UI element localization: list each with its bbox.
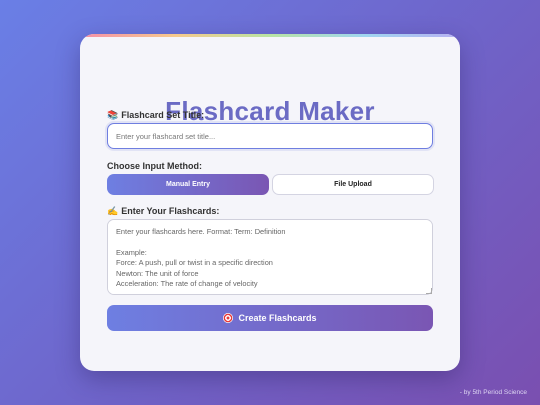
textarea-resize-handle[interactable] xyxy=(426,288,432,294)
set-title-label-text: Flashcard Set Title: xyxy=(121,110,205,120)
manual-entry-button[interactable]: Manual Entry xyxy=(107,174,269,195)
file-upload-button[interactable]: File Upload xyxy=(272,174,434,195)
set-title-input[interactable] xyxy=(107,123,433,149)
set-title-label: 📚 Flashcard Set Title: xyxy=(107,110,204,121)
input-method-label: Choose Input Method: xyxy=(107,161,202,171)
flashcard-maker-card: Flashcard Maker 📚Flashcard Set Title: Ch… xyxy=(80,34,460,371)
footer-credit: - by 5th Period Science xyxy=(459,389,527,396)
flashcards-textarea[interactable] xyxy=(107,219,433,295)
create-flashcards-label: Create Flashcards xyxy=(238,313,317,323)
flashcards-label: ✍️ Enter Your Flashcards: xyxy=(107,206,219,217)
rainbow-top-border xyxy=(80,34,460,37)
flashcards-label-text: Enter Your Flashcards: xyxy=(121,206,220,216)
target-icon xyxy=(223,313,234,323)
books-icon: 📚 xyxy=(107,110,119,120)
writing-hand-icon: ✍️ xyxy=(107,206,119,216)
create-flashcards-button[interactable]: Create Flashcards xyxy=(107,305,433,331)
